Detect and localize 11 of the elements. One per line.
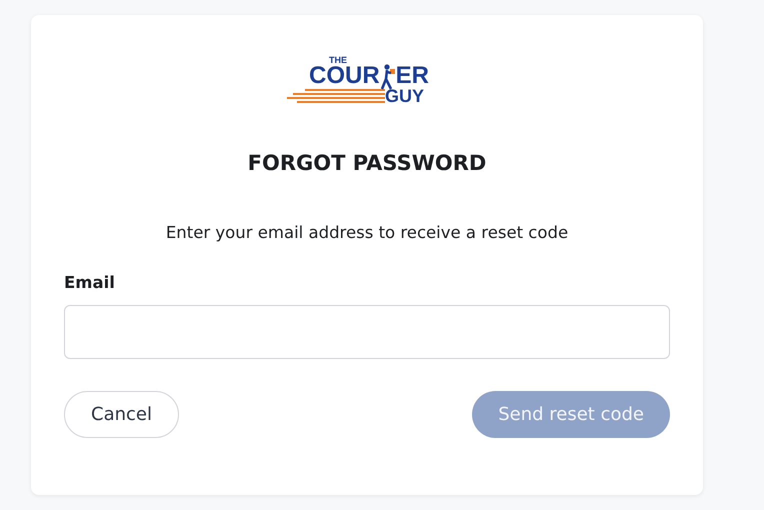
logo-text: COUR: [309, 62, 380, 90]
logo-text: ER: [396, 62, 430, 89]
email-input-field[interactable]: [64, 305, 670, 359]
logo-text: GUY: [385, 86, 424, 107]
instructions-text: Enter your email address to receive a reset code: [164, 223, 570, 242]
runner-icon: [380, 64, 395, 90]
cancel-button[interactable]: Cancel: [64, 391, 179, 438]
logo-text: THE: [329, 55, 347, 65]
page-title: FORGOT PASSWORD: [246, 151, 488, 175]
speed-lines-icon: [287, 89, 385, 105]
email-label: Email: [64, 273, 116, 292]
